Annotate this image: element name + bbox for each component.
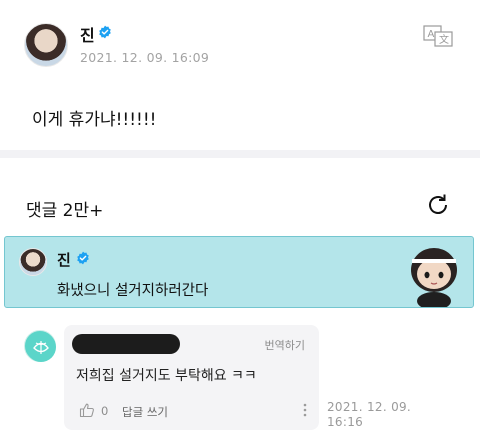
comment-bubble: 번역하기 저희집 설거지도 부탁해요 ㅋㅋ 0 답글 쓰기: [64, 325, 319, 430]
author-name[interactable]: 진: [80, 22, 95, 46]
commenter-avatar[interactable]: [24, 330, 56, 362]
translate-comment-button[interactable]: 번역하기: [265, 337, 305, 353]
svg-text:文: 文: [439, 33, 449, 46]
refresh-icon[interactable]: [425, 192, 451, 218]
verified-badge-icon: [99, 25, 111, 39]
pinned-artist-comment[interactable]: 진 화냈으니 설거지하러간다: [4, 236, 474, 308]
redacted-username: [72, 334, 180, 354]
author-avatar[interactable]: [24, 23, 68, 67]
verified-badge-icon: [77, 251, 89, 265]
comment-text: 저희집 설거지도 부탁해요 ㅋㅋ: [76, 368, 257, 384]
thumbs-up-icon[interactable]: [79, 402, 95, 418]
pinned-author-avatar[interactable]: [19, 248, 47, 276]
comment-actions: 0 답글 쓰기: [64, 400, 319, 422]
section-divider: [0, 150, 480, 158]
translate-icon[interactable]: A 文: [423, 25, 453, 47]
post-timestamp: 2021. 12. 09. 16:09: [80, 50, 210, 65]
pinned-author-name[interactable]: 진: [57, 249, 71, 270]
character-sticker-icon: [411, 248, 457, 307]
comments-count-header: 댓글 2만+: [26, 201, 104, 221]
pinned-comment-text: 화냈으니 설거지하러간다: [57, 283, 209, 299]
post-body: 이게 휴가냐!!!!!!: [32, 110, 157, 130]
more-options-icon[interactable]: [302, 400, 308, 420]
comment-timestamp: 2021. 12. 09. 16:16: [327, 400, 412, 429]
reply-button[interactable]: 답글 쓰기: [122, 404, 168, 420]
svg-text:A: A: [428, 29, 435, 40]
post-header: 진 2021. 12. 09. 16:09 A 文: [0, 0, 480, 80]
flower-logo-icon: [26, 332, 56, 362]
like-count: 0: [101, 404, 109, 418]
